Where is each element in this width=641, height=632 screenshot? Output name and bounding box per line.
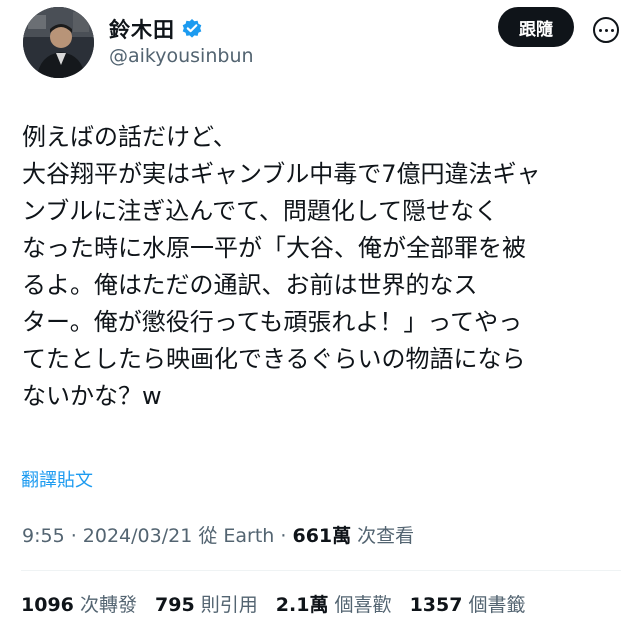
display-name[interactable]: 鈴木田 bbox=[109, 14, 175, 44]
quotes-label[interactable]: 則引用 bbox=[201, 594, 258, 616]
tweet-line: ないかな？w bbox=[22, 382, 162, 410]
tweet-line: ンブルに注ぎ込んでて、問題化して隠せなく bbox=[22, 197, 499, 225]
tweet-source: 從 Earth bbox=[192, 525, 275, 547]
tweet-line: 大谷翔平が実はギャンブル中毒で7億円違法ギャ bbox=[22, 160, 541, 188]
tweet-date[interactable]: 2024/03/21 bbox=[83, 525, 193, 547]
tweet-time[interactable]: 9:55 bbox=[22, 525, 65, 547]
views-label: 次查看 bbox=[351, 525, 415, 547]
avatar[interactable] bbox=[23, 7, 94, 78]
quotes-count[interactable]: 795 bbox=[155, 594, 195, 616]
likes-label[interactable]: 個喜歡 bbox=[335, 594, 392, 616]
user-handle[interactable]: @aikyousinbun bbox=[109, 45, 254, 67]
meta-separator: · bbox=[64, 525, 83, 547]
translate-post-link[interactable]: 翻譯貼文 bbox=[21, 466, 93, 492]
retweets-count[interactable]: 1096 bbox=[21, 594, 74, 616]
tweet-text: 例えばの話だけど、 大谷翔平が実はギャンブル中毒で7億円違法ギャ ンブルに注ぎ込… bbox=[22, 119, 622, 415]
tweet-line: 例えばの話だけど、 bbox=[22, 123, 237, 151]
divider bbox=[21, 570, 621, 571]
more-options-icon[interactable] bbox=[593, 17, 619, 43]
tweet-line: なった時に水原一平が「大谷、俺が全部罪を被 bbox=[22, 234, 526, 262]
tweet-line: ター。俺が懲役行っても頑張れよ！」ってやっ bbox=[22, 308, 523, 336]
tweet-meta: 9:55 · 2024/03/21 從 Earth · 661萬 次查看 bbox=[22, 521, 414, 548]
more-dot bbox=[604, 28, 608, 32]
verified-badge-icon bbox=[181, 18, 203, 40]
views-count: 661萬 bbox=[292, 525, 352, 547]
name-row: 鈴木田 bbox=[109, 14, 203, 44]
retweets-label[interactable]: 次轉發 bbox=[80, 594, 137, 616]
tweet-header: 鈴木田 @aikyousinbun 跟隨 bbox=[0, 0, 641, 90]
more-dot bbox=[598, 28, 602, 32]
meta-separator: · bbox=[274, 525, 293, 547]
bookmarks-count[interactable]: 1357 bbox=[410, 594, 463, 616]
tweet-line: てたとしたら映画化できるぐらいの物語になら bbox=[22, 345, 526, 373]
follow-button[interactable]: 跟隨 bbox=[498, 7, 574, 47]
likes-count[interactable]: 2.1萬 bbox=[276, 594, 329, 616]
bookmarks-label[interactable]: 個書籤 bbox=[469, 594, 526, 616]
tweet-line: るよ。俺はただの通訳、お前は世界的なス bbox=[22, 271, 478, 299]
engagement-stats: 1096 次轉發 795 則引用 2.1萬 個喜歡 1357 個書籤 bbox=[21, 590, 538, 617]
more-dot bbox=[610, 28, 614, 32]
